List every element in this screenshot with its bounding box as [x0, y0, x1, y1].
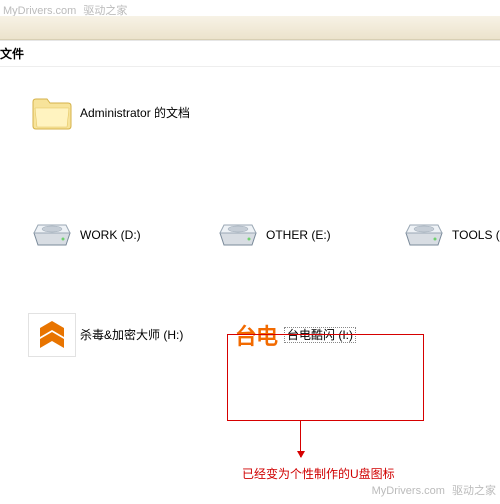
arrow-icon [300, 421, 301, 457]
folder-icon [28, 91, 76, 135]
drive-icon [400, 213, 448, 257]
annotation-text: 已经变为个性制作的U盘图标 [242, 465, 395, 482]
drive-icon [214, 213, 262, 257]
title-bar [0, 16, 500, 40]
icon-grid: Administrator 的文档 WORK (D:) [0, 67, 500, 504]
highlight-box [227, 334, 424, 421]
drive-work[interactable]: WORK (D:) [28, 213, 193, 257]
drive-anti[interactable]: 杀毒&加密大师 (H:) [28, 313, 193, 357]
drive-label: TOOLS (F: [452, 228, 500, 242]
watermark-bottom: MyDrivers.com 驱动之家 [372, 482, 496, 498]
drive-tools[interactable]: TOOLS (F: [400, 213, 500, 257]
app-icon [28, 313, 76, 357]
drive-label: WORK (D:) [80, 228, 141, 242]
explorer-window: 文件 Administrator 的文档 WORK (D:) [0, 40, 500, 478]
drive-other[interactable]: OTHER (E:) [214, 213, 379, 257]
watermark-cn: 驱动之家 [452, 485, 496, 497]
column-header: 文件 [0, 41, 500, 67]
drive-label: OTHER (E:) [266, 228, 331, 242]
watermark-url: MyDrivers.com [372, 485, 445, 497]
folder-label: Administrator 的文档 [80, 106, 190, 120]
drive-label: 杀毒&加密大师 (H:) [80, 328, 183, 342]
drive-icon [28, 213, 76, 257]
folder-admin-docs[interactable]: Administrator 的文档 [28, 91, 193, 135]
